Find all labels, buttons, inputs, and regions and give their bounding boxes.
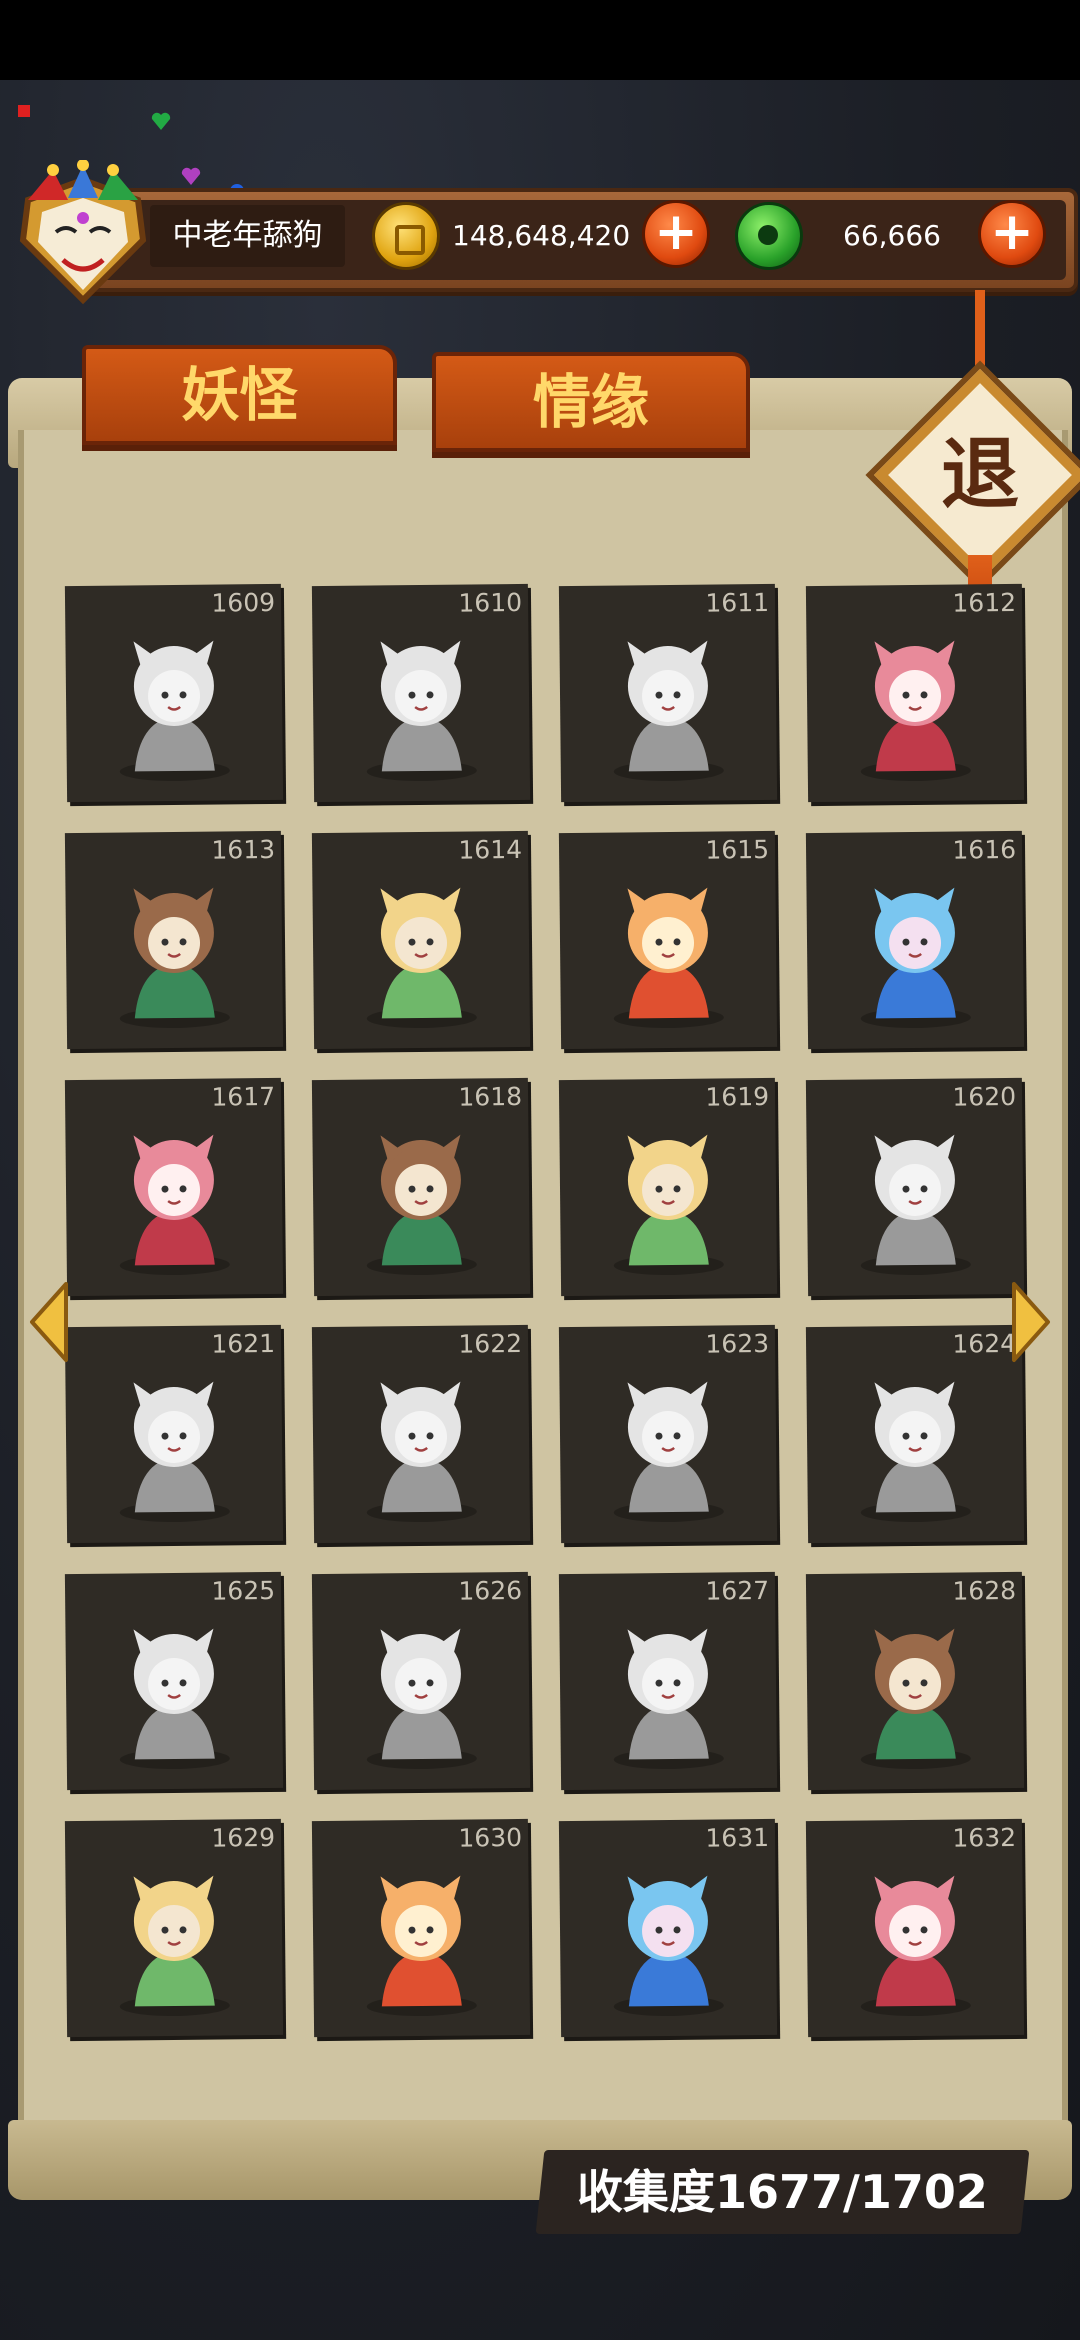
bunny-on-stump-icon — [860, 640, 971, 782]
monster-card[interactable]: 1620 — [805, 1077, 1025, 1297]
confetti-icon — [18, 105, 30, 117]
heart-playing-card-icon — [860, 1628, 971, 1770]
monster-card[interactable]: 1630 — [311, 1818, 531, 2038]
jade-amount: 66,666 — [843, 219, 941, 252]
status-bar — [0, 0, 1080, 80]
ghost-pan-flute-icon — [860, 1134, 971, 1276]
monster-card[interactable]: 1614 — [311, 830, 531, 1050]
top-hat-girl-icon — [119, 1875, 230, 2017]
add-gold-button[interactable]: + — [642, 200, 710, 268]
confetti-icon — [151, 112, 171, 130]
monster-card[interactable]: 1618 — [311, 1077, 531, 1297]
dragon-harp-spirit-icon — [613, 640, 724, 782]
monster-card[interactable]: 1622 — [311, 1324, 531, 1544]
monster-card[interactable]: 1628 — [805, 1571, 1025, 1791]
monster-card[interactable]: 1613 — [64, 830, 284, 1050]
monster-card[interactable]: 1624 — [805, 1324, 1025, 1544]
sleeping-fairy-shell-icon — [119, 1134, 230, 1276]
monster-card[interactable]: 1621 — [64, 1324, 284, 1544]
ghost-stick-icon — [860, 1381, 971, 1523]
jester-avatar-icon[interactable] — [8, 160, 158, 310]
horned-girl-smoke-icon — [366, 1628, 477, 1770]
kimono-granny-icon — [613, 1875, 724, 2017]
cherub-pan-flute-icon — [366, 1381, 477, 1523]
horned-lamb-icon — [119, 1628, 230, 1770]
monster-card[interactable]: 1617 — [64, 1077, 284, 1297]
monster-card[interactable]: 1632 — [805, 1818, 1025, 2038]
monster-card[interactable]: 1615 — [558, 830, 778, 1050]
monster-card[interactable]: 1625 — [64, 1571, 284, 1791]
monster-card[interactable]: 1629 — [64, 1818, 284, 2038]
jade-coin-icon — [735, 202, 803, 270]
harp-player-icon — [366, 640, 477, 782]
fairy-with-shell-icon — [366, 1134, 477, 1276]
next-page-arrow-icon[interactable] — [1010, 1280, 1052, 1364]
winged-god-icon — [613, 1381, 724, 1523]
tab-yaoguai[interactable]: 妖怪 — [82, 345, 397, 445]
water-fairy-icon — [613, 1134, 724, 1276]
girl-with-ribbon-icon — [119, 640, 230, 782]
monster-card[interactable]: 1611 — [558, 583, 778, 803]
fox-girl-flute-standing-icon — [366, 887, 477, 1029]
tab-qingyuan[interactable]: 情缘 — [432, 352, 750, 452]
monster-card[interactable]: 1626 — [311, 1571, 531, 1791]
monster-card[interactable]: 1609 — [64, 583, 284, 803]
monster-card[interactable]: 1631 — [558, 1818, 778, 2038]
exit-button[interactable]: 退 — [905, 400, 1055, 550]
monster-card[interactable]: 1616 — [805, 830, 1025, 1050]
monster-card[interactable]: 1612 — [805, 583, 1025, 803]
player-name: 中老年舔狗 — [150, 205, 345, 267]
pink-hair-girl-icon — [860, 1875, 971, 2017]
monster-card[interactable]: 1619 — [558, 1077, 778, 1297]
collection-text: 收集度1677/1702 — [577, 2165, 988, 2219]
gold-amount: 148,648,420 — [452, 219, 631, 252]
fox-girl-flute-icon — [119, 887, 230, 1029]
monster-card[interactable]: 1623 — [558, 1324, 778, 1544]
monster-grid: 1609 1610 1611 1612 1613 1614 1615 1616 1617 1618… — [64, 583, 1036, 2045]
boy-pan-flute-icon — [119, 1381, 230, 1523]
dragon-lady-icon — [613, 1628, 724, 1770]
magician-sword-icon — [366, 1875, 477, 2017]
collection-progress: 收集度1677/1702 — [535, 2150, 1030, 2234]
monster-card[interactable]: 1610 — [311, 583, 531, 803]
fox-spirit-sun-icon — [613, 887, 724, 1029]
prev-page-arrow-icon[interactable] — [28, 1280, 70, 1364]
add-jade-button[interactable]: + — [978, 200, 1046, 268]
ghost-with-shell-icon — [860, 887, 971, 1029]
monster-card[interactable]: 1627 — [558, 1571, 778, 1791]
gold-coin-icon — [372, 202, 440, 270]
confetti-icon — [181, 167, 201, 185]
